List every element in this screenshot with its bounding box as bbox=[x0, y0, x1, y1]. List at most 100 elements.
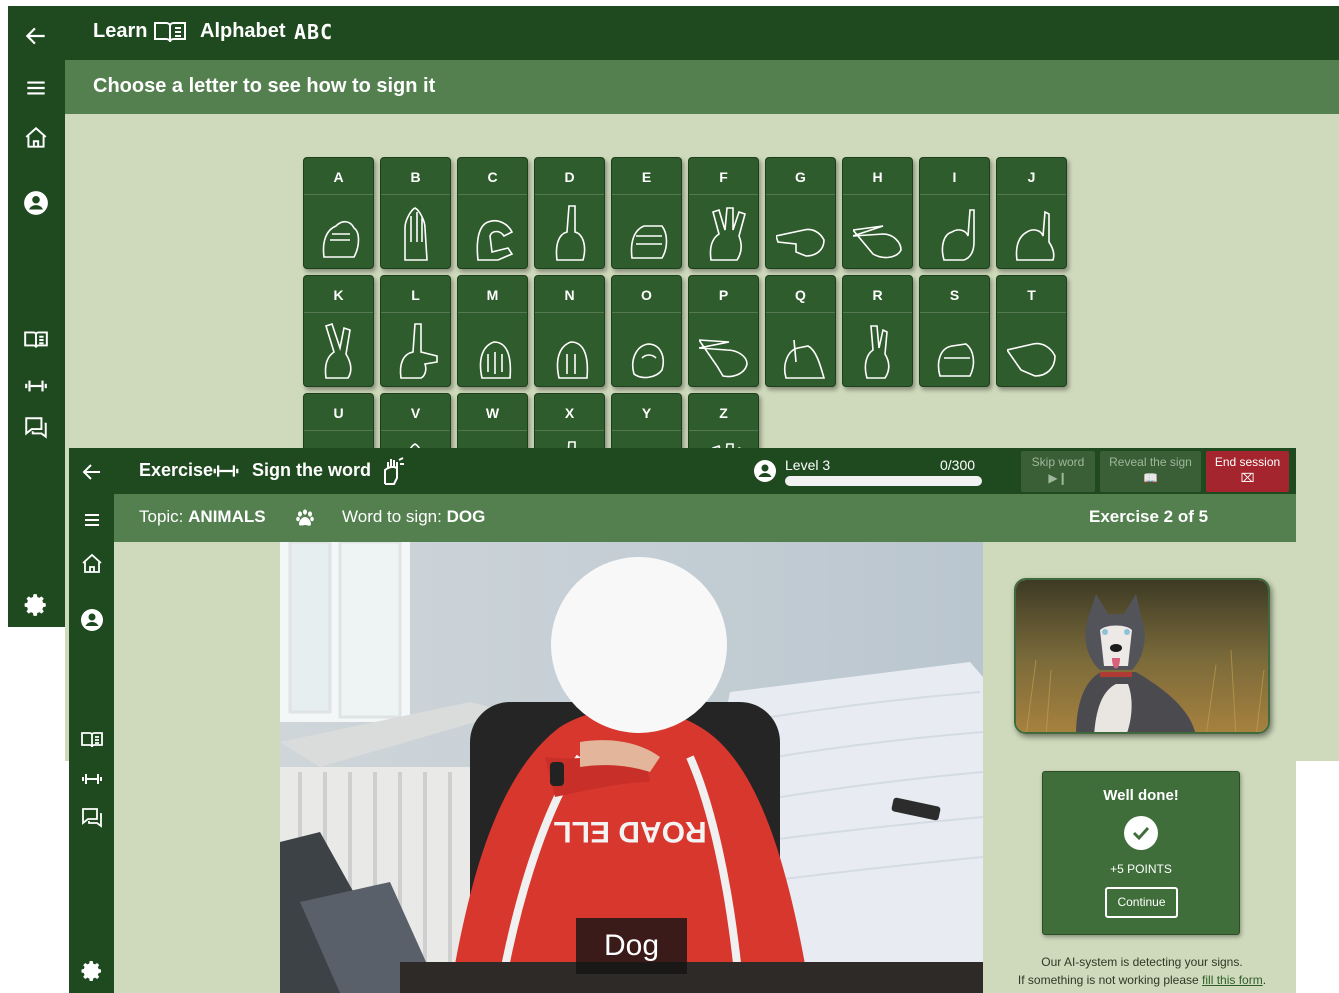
letter-label: M bbox=[486, 287, 499, 303]
chat-icon[interactable] bbox=[20, 412, 52, 444]
profile-icon[interactable] bbox=[77, 605, 107, 635]
paw-icon bbox=[295, 508, 315, 528]
letter-card-a[interactable]: A bbox=[303, 157, 374, 269]
letter-card-w[interactable]: W bbox=[457, 393, 528, 453]
hand-sign-icon bbox=[853, 225, 902, 259]
letter-label: O bbox=[641, 287, 652, 303]
menu-icon[interactable] bbox=[20, 72, 52, 104]
letter-label: A bbox=[333, 169, 344, 185]
card-divider bbox=[535, 312, 604, 313]
continue-button[interactable]: Continue bbox=[1105, 887, 1178, 918]
book-icon bbox=[153, 20, 187, 44]
letter-label: G bbox=[795, 169, 806, 185]
letter-card-b[interactable]: B bbox=[380, 157, 451, 269]
card-divider bbox=[997, 312, 1066, 313]
letter-card-v[interactable]: V bbox=[380, 393, 451, 453]
skip-word-button[interactable]: Skip word ▶❙ bbox=[1021, 451, 1095, 492]
profile-icon[interactable] bbox=[20, 187, 52, 219]
card-divider bbox=[920, 312, 989, 313]
letter-card-e[interactable]: E bbox=[611, 157, 682, 269]
card-divider bbox=[304, 312, 373, 313]
level-progress-bar bbox=[785, 476, 982, 486]
card-divider bbox=[920, 194, 989, 195]
hand-sign-icon bbox=[699, 339, 748, 378]
letter-label: I bbox=[952, 169, 957, 185]
word-value: DOG bbox=[446, 507, 486, 526]
end-session-button[interactable]: End session ⌧ bbox=[1206, 451, 1289, 492]
letter-label: R bbox=[872, 287, 883, 303]
letter-label: P bbox=[718, 287, 729, 303]
book-icon[interactable] bbox=[77, 725, 107, 755]
gear-icon[interactable] bbox=[20, 589, 52, 621]
card-divider bbox=[843, 194, 912, 195]
exercise-window: Exercise Sign the word Level 3 0/300 Ski… bbox=[69, 448, 1296, 993]
hand-sign-icon bbox=[324, 322, 352, 379]
title-exercise: Exercise bbox=[139, 460, 214, 480]
title-alphabet: Alphabet bbox=[200, 20, 286, 42]
book-icon[interactable] bbox=[20, 324, 52, 356]
home-icon[interactable] bbox=[77, 549, 107, 579]
topic-label: Topic: bbox=[139, 507, 184, 526]
letter-card-r[interactable]: R bbox=[842, 275, 913, 387]
letter-label: Y bbox=[641, 405, 652, 421]
card-divider bbox=[612, 312, 681, 313]
letter-label: B bbox=[410, 169, 421, 185]
letter-label: C bbox=[487, 169, 498, 185]
letter-card-l[interactable]: L bbox=[380, 275, 451, 387]
letter-card-q[interactable]: Q bbox=[765, 275, 836, 387]
ai-note-line2: If something is not working please fill … bbox=[997, 971, 1287, 989]
letter-card-c[interactable]: C bbox=[457, 157, 528, 269]
skip-word-label: Skip word bbox=[1031, 455, 1085, 469]
topic-text: Topic: ANIMALS bbox=[139, 507, 266, 527]
letter-card-f[interactable]: F bbox=[688, 157, 759, 269]
letter-card-i[interactable]: I bbox=[919, 157, 990, 269]
letter-card-h[interactable]: H bbox=[842, 157, 913, 269]
card-divider bbox=[843, 312, 912, 313]
back-arrow-icon[interactable] bbox=[77, 457, 107, 487]
card-divider bbox=[304, 430, 373, 431]
rail-cutout bbox=[8, 627, 65, 761]
title-abc: ABC bbox=[294, 20, 334, 44]
card-divider bbox=[997, 194, 1066, 195]
chat-icon[interactable] bbox=[77, 803, 107, 833]
dumbbell-icon[interactable] bbox=[20, 370, 52, 402]
letter-card-o[interactable]: O bbox=[611, 275, 682, 387]
menu-icon[interactable] bbox=[77, 505, 107, 535]
letter-card-n[interactable]: N bbox=[534, 275, 605, 387]
hand-sign-icon bbox=[709, 207, 746, 261]
letter-card-x[interactable]: X bbox=[534, 393, 605, 453]
dumbbell-icon[interactable] bbox=[77, 764, 107, 794]
ai-note: Our AI-system is detecting your signs. I… bbox=[997, 953, 1287, 989]
letter-card-y[interactable]: Y bbox=[611, 393, 682, 453]
hand-sign-icon bbox=[776, 228, 825, 257]
letter-card-u[interactable]: U bbox=[303, 393, 374, 453]
letter-label: J bbox=[1027, 169, 1036, 185]
sidebar bbox=[69, 448, 114, 993]
fill-form-link[interactable]: fill this form bbox=[1202, 973, 1263, 987]
hand-sign-icon bbox=[555, 205, 586, 261]
hand-sign-icon bbox=[556, 341, 589, 379]
ai-note-prefix: If something is not working please bbox=[1017, 973, 1199, 987]
hand-sign-icon bbox=[399, 323, 438, 379]
end-session-label: End session bbox=[1214, 455, 1281, 469]
reveal-sign-button[interactable]: Reveal the sign 📖 bbox=[1100, 451, 1201, 492]
letter-card-d[interactable]: D bbox=[534, 157, 605, 269]
letter-card-s[interactable]: S bbox=[919, 275, 990, 387]
letter-card-g[interactable]: G bbox=[765, 157, 836, 269]
letter-card-p[interactable]: P bbox=[688, 275, 759, 387]
back-arrow-icon[interactable] bbox=[20, 20, 52, 52]
letter-card-j[interactable]: J bbox=[996, 157, 1067, 269]
letter-card-k[interactable]: K bbox=[303, 275, 374, 387]
letter-label: Z bbox=[719, 405, 728, 421]
hand-sign-icon bbox=[322, 220, 360, 258]
dog-reference-image bbox=[1014, 578, 1270, 734]
title-sign-the-word: Sign the word bbox=[252, 460, 371, 480]
hand-sign-icon bbox=[479, 341, 512, 379]
gear-icon[interactable] bbox=[77, 956, 107, 986]
hand-sign-icon bbox=[630, 225, 668, 259]
letter-card-t[interactable]: T bbox=[996, 275, 1067, 387]
letter-label: V bbox=[410, 405, 421, 421]
home-icon[interactable] bbox=[20, 122, 52, 154]
letter-card-m[interactable]: M bbox=[457, 275, 528, 387]
letter-card-z[interactable]: Z bbox=[688, 393, 759, 453]
